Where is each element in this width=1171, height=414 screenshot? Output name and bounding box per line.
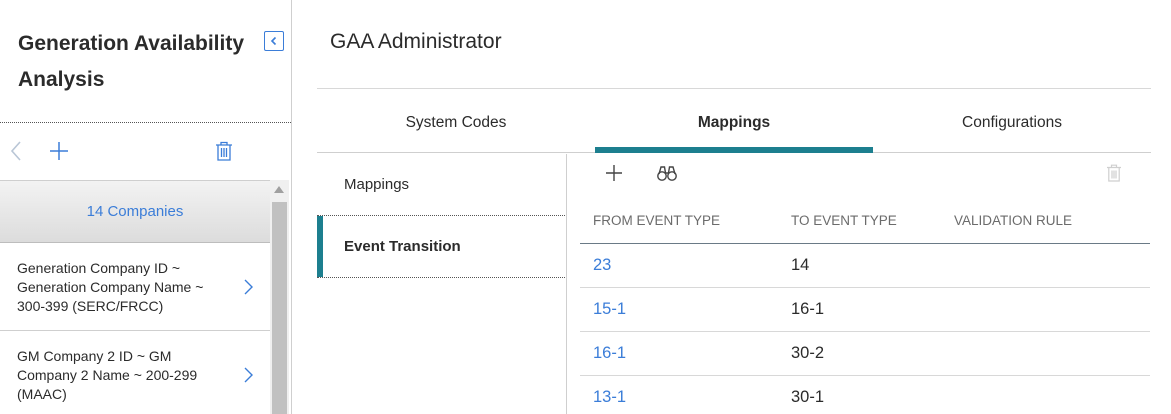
plus-icon [50, 142, 68, 160]
content-toolbar [580, 158, 1151, 188]
sub-navigation: Mappings Event Transition [317, 154, 567, 278]
tab-label: Mappings [697, 114, 771, 131]
chevron-right-icon [244, 367, 253, 382]
collapse-sidebar-button[interactable] [264, 31, 284, 51]
table-row: 13-1 30-1 [580, 376, 1150, 414]
column-header-to[interactable]: TO EVENT TYPE [779, 213, 954, 228]
list-item[interactable]: GM Company 2 ID ~ GM Company 2 Name ~ 20… [0, 331, 270, 414]
app-title: Generation Availability Analysis [18, 32, 245, 91]
table-row: 16-1 30-2 [580, 332, 1150, 376]
subnav-item-event-transition[interactable]: Event Transition [317, 216, 567, 278]
from-event-link[interactable]: 13-1 [580, 388, 779, 407]
column-header-from[interactable]: FROM EVENT TYPE [580, 213, 779, 228]
tab-system-codes[interactable]: System Codes [317, 96, 595, 152]
scroll-up-arrow-icon[interactable] [274, 186, 284, 193]
chevron-right-icon [244, 279, 253, 294]
sidebar-panel: Generation Availability Analysis 14 Comp… [0, 0, 292, 414]
table-header: FROM EVENT TYPE TO EVENT TYPE VALIDATION… [580, 198, 1150, 244]
companies-count: 14 Companies [86, 203, 184, 220]
event-transition-table: FROM EVENT TYPE TO EVENT TYPE VALIDATION… [580, 198, 1150, 414]
add-mapping-button[interactable] [602, 161, 626, 185]
subnav-item-mappings[interactable]: Mappings [317, 154, 567, 216]
table-row: 23 14 [580, 244, 1150, 288]
from-event-link[interactable]: 16-1 [580, 344, 779, 363]
from-event-link[interactable]: 15-1 [580, 300, 779, 319]
column-header-rule[interactable]: VALIDATION RULE [954, 213, 1150, 228]
from-event-link[interactable]: 23 [580, 256, 779, 275]
scroll-thumb[interactable] [272, 202, 287, 414]
list-item[interactable]: Generation Company ID ~ Generation Compa… [0, 243, 270, 331]
search-button[interactable] [655, 161, 679, 185]
company-list-container: 14 Companies Generation Company ID ~ Gen… [0, 180, 291, 414]
tab-label: Configurations [962, 114, 1062, 131]
subnav-label: Event Transition [344, 238, 461, 255]
company-list: 14 Companies Generation Company ID ~ Gen… [0, 180, 270, 414]
tab-mappings[interactable]: Mappings [595, 96, 873, 153]
back-button[interactable] [3, 138, 29, 164]
to-event-cell: 16-1 [791, 300, 825, 318]
delete-company-button[interactable] [211, 138, 237, 164]
trash-icon [1107, 164, 1121, 182]
delete-mapping-button[interactable] [1102, 161, 1126, 185]
list-scrollbar[interactable] [270, 180, 289, 414]
companies-count-header[interactable]: 14 Companies [0, 180, 270, 243]
table-row: 15-1 16-1 [580, 288, 1150, 332]
to-event-cell: 30-2 [791, 344, 825, 362]
to-event-cell: 30-1 [791, 388, 825, 406]
sidebar-divider [0, 122, 291, 123]
tab-configurations[interactable]: Configurations [873, 96, 1151, 152]
sidebar-toolbar [0, 124, 291, 180]
to-event-cell: 14 [791, 256, 810, 274]
add-company-button[interactable] [46, 138, 72, 164]
tab-bar: System Codes Mappings Configurations [317, 96, 1151, 153]
page-title: GAA Administrator [330, 30, 502, 53]
company-label: GM Company 2 ID ~ GM Company 2 Name ~ 20… [17, 348, 198, 402]
collapse-icon [270, 36, 277, 46]
binoculars-icon [657, 166, 677, 181]
tabs-divider [317, 88, 1151, 89]
chevron-left-icon [10, 141, 21, 161]
company-label: Generation Company ID ~ Generation Compa… [17, 260, 204, 314]
subnav-label: Mappings [344, 176, 410, 193]
content-divider [566, 154, 567, 414]
tab-label: System Codes [405, 114, 507, 131]
plus-icon [606, 165, 622, 181]
trash-icon [216, 141, 232, 161]
